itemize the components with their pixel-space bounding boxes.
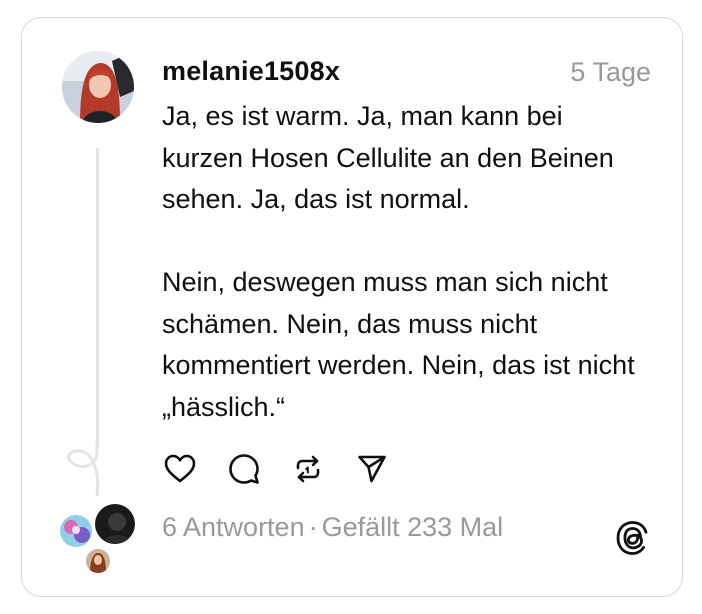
- post-paragraph: Ja, es ist warm. Ja, man kann bei kurzen…: [162, 101, 614, 214]
- replier-avatar[interactable]: [60, 515, 92, 547]
- threads-logo-icon[interactable]: [613, 518, 653, 558]
- thread-loop: [67, 440, 100, 496]
- repost-icon: [296, 455, 320, 483]
- username[interactable]: melanie1508x: [162, 56, 340, 87]
- repost-button[interactable]: [290, 451, 326, 487]
- like-button[interactable]: [162, 451, 198, 487]
- post-stats: 6 Antworten · Gefällt 233 Mal: [162, 512, 503, 543]
- heart-icon: [164, 454, 196, 483]
- likes-count[interactable]: Gefällt 233 Mal: [322, 512, 504, 542]
- post-time: 5 Tage: [570, 57, 651, 87]
- comment-button[interactable]: [226, 451, 262, 487]
- replier-avatar[interactable]: [95, 504, 135, 544]
- post-paragraph: Nein, deswegen muss man sich nicht schäm…: [162, 267, 635, 422]
- avatar[interactable]: [62, 51, 134, 123]
- action-bar: [162, 451, 418, 487]
- stats-separator: ·: [308, 512, 318, 542]
- thread-line: [96, 148, 99, 448]
- replies-count[interactable]: 6 Antworten: [162, 512, 305, 542]
- share-icon: [358, 455, 386, 483]
- post-text: Ja, es ist warm. Ja, man kann bei kurzen…: [162, 96, 642, 428]
- replier-avatar[interactable]: [86, 549, 110, 573]
- comment-icon: [229, 454, 259, 484]
- share-button[interactable]: [354, 451, 390, 487]
